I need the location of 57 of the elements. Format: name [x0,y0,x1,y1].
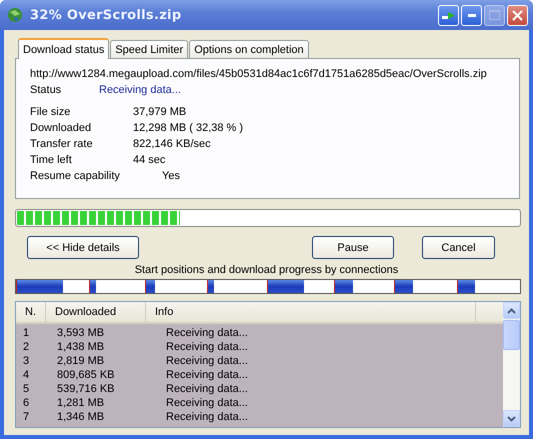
hide-details-button[interactable]: << Hide details [27,236,139,259]
table-cell-text: 1,346 MB [56,410,106,424]
tray-arrow-icon [442,10,456,20]
detail-label: Resume capability [30,169,121,184]
column-header[interactable]: Downloaded [46,302,146,322]
tab[interactable]: Options on completion [189,40,309,58]
table-cell-text: Receiving data... [165,382,249,396]
table-cell-text: 2,819 MB [56,354,106,368]
minimize-button[interactable] [461,4,482,26]
tab[interactable]: Download status [18,38,110,59]
column-header[interactable]: Info [146,302,476,322]
table-cell-text: 6 [22,396,30,410]
minimize-to-tray-button[interactable] [438,4,459,26]
table-cell-text: Receiving data... [165,326,249,340]
table-cell-text: 809,685 KB [56,368,116,382]
close-icon [512,10,523,20]
detail-label: Time left [30,153,73,168]
detail-value: 822,146 KB/sec [133,137,211,152]
detail-value: 44 sec [133,153,166,168]
table-cell-text: 1,281 MB [56,396,106,410]
table-cell-text: Receiving data... [165,410,249,424]
scroll-thumb[interactable] [503,320,520,350]
globe-icon [6,6,24,24]
tab[interactable]: Speed Limiter [110,40,188,58]
table-cell-text: 2 [22,340,30,354]
status-label: Status [30,83,62,98]
table-cell-text: 4 [22,368,30,382]
table-cell-text: Receiving data... [165,368,249,382]
detail-value: Yes [162,169,180,184]
scroll-down-icon[interactable] [503,410,520,427]
detail-label: Transfer rate [30,137,94,152]
table-cell-text: 539,716 KB [56,382,116,396]
table-cell-text: Receiving data... [165,340,249,354]
url-text: http://www1284.megaupload.com/files/45b0531d84ac1c6f7d1751a6285d5eac/OverScrolls.zip [30,67,487,82]
minimize-icon [468,14,476,16]
window-title: 32% OverScrolls.zip [30,8,182,22]
connections-caption: Start positions and download progress by connections [134,263,400,278]
detail-value: 37,979 MB [133,105,186,120]
maximize-icon [489,10,500,20]
scroll-up-icon[interactable] [503,302,520,319]
status-value: Receiving data... [99,83,181,98]
table-cell-text: 3,593 MB [56,326,106,340]
table-cell-text: 1,438 MB [56,340,106,354]
pause-button[interactable]: Pause [312,236,394,259]
table-cell-text: Receiving data... [165,354,249,368]
close-button[interactable] [507,4,528,26]
table-cell-text: 5 [22,382,30,396]
scrollbar[interactable] [503,302,520,427]
detail-label: File size [30,105,72,120]
column-header[interactable]: N. [16,302,46,322]
table-cell-text: Receiving data... [165,396,249,410]
cancel-button[interactable]: Cancel [422,236,495,259]
table-cell-text: 3 [22,354,30,368]
detail-label: Downloaded [30,121,92,136]
table-cell-text: 7 [22,410,30,424]
detail-value: 12,298 MB ( 32,38 % ) [133,121,244,136]
table-cell-text: 1 [22,326,30,340]
